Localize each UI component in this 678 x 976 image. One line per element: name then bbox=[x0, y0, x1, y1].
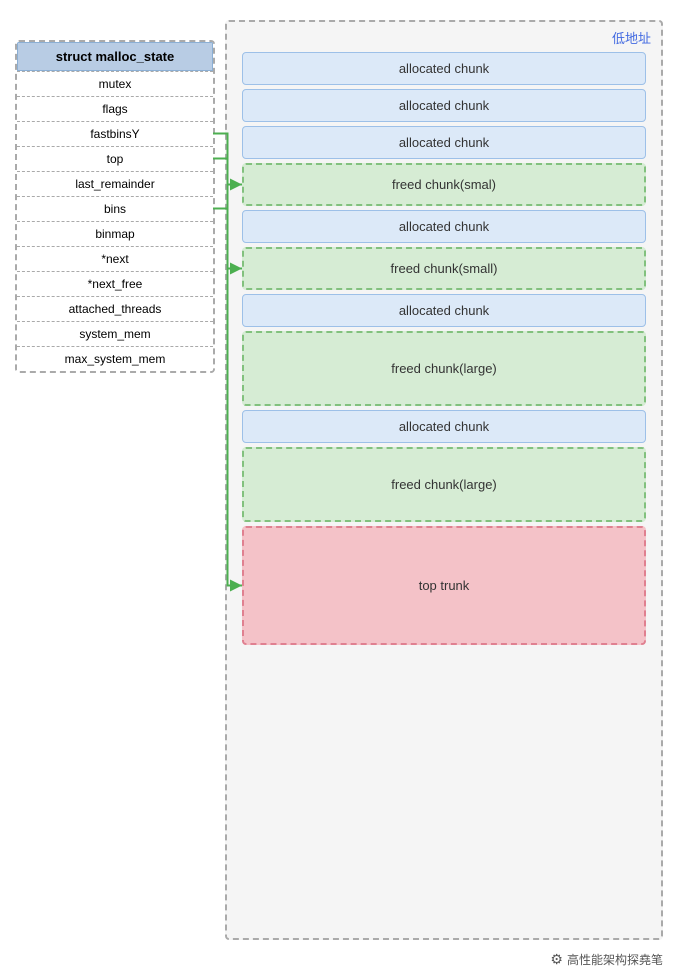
chunk-chunk3: allocated chunk bbox=[242, 126, 646, 159]
footer-icon: ⚙ bbox=[550, 951, 563, 968]
struct-field-last_remainder: last_remainder bbox=[17, 171, 213, 196]
struct-field-system_mem: system_mem bbox=[17, 321, 213, 346]
chunk-chunk4: freed chunk(smal) bbox=[242, 163, 646, 206]
footer: ⚙ 高性能架构探堯笔 bbox=[550, 951, 663, 968]
chunk-chunk8: freed chunk(large) bbox=[242, 331, 646, 406]
memory-area: 低地址 allocated chunk allocated chunk alloca… bbox=[225, 20, 663, 940]
struct-field-mutex: mutex bbox=[17, 71, 213, 96]
chunk-chunk6: freed chunk(small) bbox=[242, 247, 646, 290]
chunk-chunk10: freed chunk(large) bbox=[242, 447, 646, 522]
struct-field-_next_free: *next_free bbox=[17, 271, 213, 296]
footer-text: 高性能架构探堯笔 bbox=[567, 951, 663, 968]
struct-field-bins: bins bbox=[17, 196, 213, 221]
struct-field-attached_threads: attached_threads bbox=[17, 296, 213, 321]
struct-field-top: top bbox=[17, 146, 213, 171]
struct-field-fastbinsY: fastbinsY bbox=[17, 121, 213, 146]
struct-title: struct malloc_state bbox=[17, 42, 213, 71]
chunk-chunk1: allocated chunk bbox=[242, 52, 646, 85]
struct-box: struct malloc_state mutexflagsfastbinsYt… bbox=[15, 40, 215, 373]
struct-field-flags: flags bbox=[17, 96, 213, 121]
chunk-chunk11: top trunk bbox=[242, 526, 646, 645]
chunk-chunk5: allocated chunk bbox=[242, 210, 646, 243]
struct-field-_next: *next bbox=[17, 246, 213, 271]
chunk-chunk9: allocated chunk bbox=[242, 410, 646, 443]
struct-field-max_system_mem: max_system_mem bbox=[17, 346, 213, 371]
chunk-chunk7: allocated chunk bbox=[242, 294, 646, 327]
main-container: struct malloc_state mutexflagsfastbinsYt… bbox=[0, 0, 678, 960]
low-address-label: 低地址 bbox=[612, 28, 651, 47]
chunk-chunk2: allocated chunk bbox=[242, 89, 646, 122]
struct-field-binmap: binmap bbox=[17, 221, 213, 246]
